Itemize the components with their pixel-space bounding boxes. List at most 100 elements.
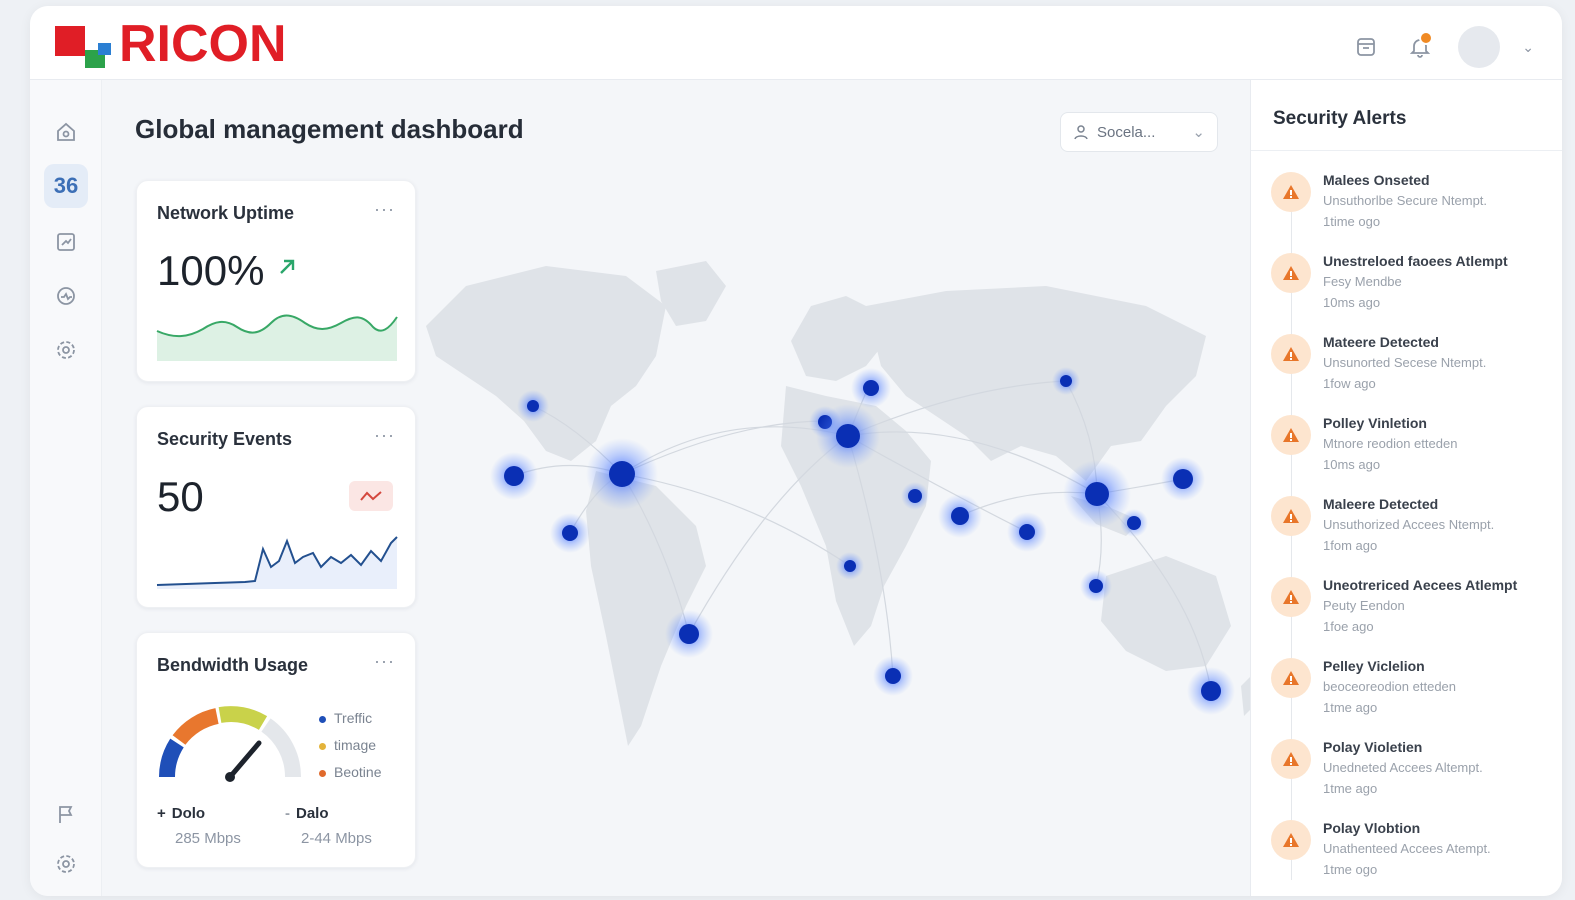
page-title: Global management dashboard [135,114,524,144]
trend-wave-icon [360,491,382,501]
panel-title: Security Alerts [1273,108,1407,129]
alert-item[interactable]: Mateere Detected Unsunorted Secese Ntemp… [1271,334,1561,414]
network-uptime-card: Network Uptime ··· 100% [136,180,416,382]
alert-detail: beoceoreodion etteden [1323,679,1457,694]
gear-icon[interactable] [44,842,88,886]
alert-item[interactable]: Maleere Detected Unsuthorized Accees Nte… [1271,496,1561,576]
alert-item[interactable]: Pelley Viclelion beoceoreodion etteden 1… [1271,658,1561,738]
alert-title: Uneotrericed Aecees Atlempt [1323,577,1518,593]
top-bar: RICON ⌄ [30,6,1562,80]
monitor-icon[interactable] [44,274,88,318]
card-title: Bendwidth Usage [157,655,309,675]
warning-icon [1271,658,1311,698]
bandwidth-usage-card: Bendwidth Usage ··· Treffic timage Beoti… [136,632,416,868]
alert-detail: Unsuthorlbe Secure Ntempt. [1323,193,1488,208]
alert-item[interactable]: Polley Vinletion Mtnore reodion etteden … [1271,415,1561,495]
north-america [426,266,666,461]
warning-icon [1271,253,1311,293]
trend-up-icon [280,259,295,274]
alert-item[interactable]: Polay Violetien Unedneted Accees Altempt… [1271,739,1561,819]
security-events-card: Security Events ··· 50 [136,406,416,608]
alert-detail: Unedneted Accees Altempt. [1323,760,1483,775]
alert-time: 10ms ago [1323,457,1381,472]
alert-time: 1time ogo [1323,214,1381,229]
alert-detail: Peuty Eendon [1323,598,1405,613]
legend-item: Beotine [319,759,381,786]
scope-select-value: Socela... [1097,123,1156,141]
alert-time: 1tme ago [1323,781,1378,796]
alert-title: Mateere Detected [1323,334,1439,350]
alert-detail: Unathenteed Accees Atempt. [1323,841,1491,856]
warning-icon [1271,334,1311,374]
flag-icon[interactable] [44,792,88,836]
alert-time: 1tme ogo [1323,862,1378,877]
alert-title: Pelley Viclelion [1323,658,1425,674]
continents [426,261,1254,746]
warning-icon [1271,820,1311,860]
bandwidth-stat: - Dalo 2-44 Mbps [285,805,372,847]
alert-title: Polley Vinletion [1323,415,1427,431]
card-title: Security Events [157,429,293,449]
alert-item[interactable]: Unestreloed faoees Atlempt Fesy Mendbe 1… [1271,253,1561,333]
avatar[interactable] [1458,26,1501,68]
alert-time: 10ms ago [1323,295,1381,310]
alert-time: 1foe ago [1323,619,1374,634]
bandwidth-stat: + Dolo 285 Mbps [157,805,241,847]
top-actions: ⌄ [1350,26,1534,68]
greenland [656,261,726,326]
australia [1101,556,1231,671]
brand-name: RICON [119,15,287,73]
legend-item: timage [319,732,381,759]
alert-detail: Mtnore reodion etteden [1323,436,1458,451]
bell-icon[interactable] [1404,31,1436,63]
chevron-down-icon: ⌄ [1192,124,1205,141]
south-america [586,471,706,746]
alert-time: 1fow ago [1323,376,1376,391]
alert-title: Maleere Detected [1323,496,1439,512]
more-icon[interactable]: ··· [374,425,395,446]
alert-title: Unestreloed faoees Atlempt [1323,253,1508,269]
more-icon[interactable]: ··· [374,651,395,672]
events-sparkline [156,536,398,589]
events-value: 50 [157,473,204,520]
world-map [426,261,1254,746]
card-title: Network Uptime [157,203,295,223]
sidebar-item-dashboard[interactable]: 36 [44,164,88,208]
user-icon [1074,125,1088,140]
alert-title: Polay Violetien [1323,739,1423,755]
bandwidth-gauge [159,706,302,782]
alert-detail: Unsuthorized Accees Ntempt. [1323,517,1495,532]
window-icon[interactable] [1350,31,1382,63]
uptime-sparkline [156,314,398,361]
home-icon[interactable] [44,110,88,154]
divider [1251,150,1562,151]
app-window: RICON ⌄ 36 Global management dashboard S… [30,6,1562,896]
uptime-value: 100% [157,247,265,294]
alert-detail: Unsunorted Secese Ntempt. [1323,355,1487,370]
warning-icon [1271,172,1311,212]
alert-item[interactable]: Malees Onseted Unsuthorlbe Secure Ntempt… [1271,172,1561,252]
warning-icon [1271,577,1311,617]
alert-time: 1fom ago [1323,538,1378,553]
reports-icon[interactable] [44,220,88,264]
legend-item: Treffic [319,705,381,732]
alert-time: 1tme ago [1323,700,1378,715]
alert-detail: Fesy Mendbe [1323,274,1402,289]
gauge-legend: Treffic timage Beotine [319,705,381,786]
security-alerts-panel: Security Alerts Malees Onseted Unsuthorl… [1250,80,1562,896]
warning-icon [1271,496,1311,536]
scope-select[interactable]: Socela... ⌄ [1060,112,1218,152]
more-icon[interactable]: ··· [374,199,395,220]
brand-logo[interactable]: RICON [55,16,287,72]
sidebar: 36 [30,80,102,896]
alert-title: Polay Vlobtion [1323,820,1421,836]
dashboard-icon: 36 [53,173,79,198]
settings-icon[interactable] [44,328,88,372]
chevron-down-icon[interactable]: ⌄ [1522,39,1534,56]
warning-icon [1271,739,1311,779]
trend-badge [349,481,393,511]
alert-item[interactable]: Polay Vlobtion Unathenteed Accees Atempt… [1271,820,1561,896]
alert-item[interactable]: Uneotrericed Aecees Atlempt Peuty Eendon… [1271,577,1561,657]
alert-title: Malees Onseted [1323,172,1430,188]
logo-mark-icon [55,18,115,70]
